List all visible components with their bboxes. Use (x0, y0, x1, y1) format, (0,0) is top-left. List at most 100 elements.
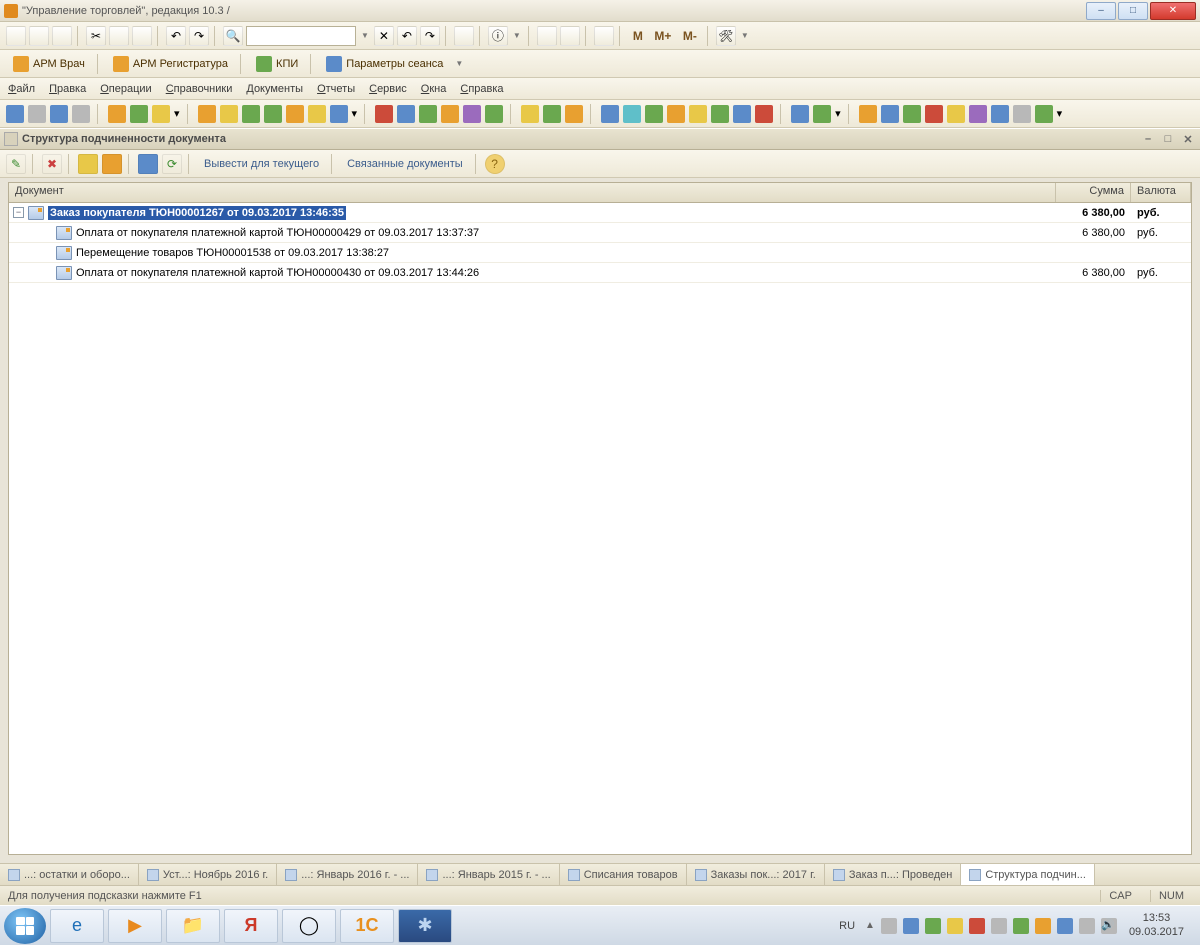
toolbar-icon[interactable] (521, 105, 539, 123)
delete-icon[interactable]: ✖ (42, 154, 62, 174)
tree-toggle-icon[interactable]: − (13, 207, 24, 218)
tray-network-icon[interactable] (1079, 918, 1095, 934)
export-icon[interactable] (78, 154, 98, 174)
toolbar-icon[interactable] (419, 105, 437, 123)
taskbar-media-icon[interactable]: ▶ (108, 909, 162, 943)
kpi-button[interactable]: КПИ (249, 53, 305, 75)
import-icon[interactable] (102, 154, 122, 174)
arm-registry-button[interactable]: АРМ Регистратура (106, 53, 235, 75)
window-tab[interactable]: Уст...: Ноябрь 2016 г. (139, 864, 277, 885)
session-params-button[interactable]: Параметры сеанса (319, 53, 450, 75)
toolbar-icon[interactable] (813, 105, 831, 123)
taskbar-chrome-icon[interactable]: ◯ (282, 909, 336, 943)
taskbar-explorer-icon[interactable]: 📁 (166, 909, 220, 943)
doc-icon[interactable] (138, 154, 158, 174)
toolbar-icon[interactable] (1013, 105, 1031, 123)
toolbar-icon[interactable] (108, 105, 126, 123)
maximize-button[interactable]: □ (1118, 2, 1148, 20)
tray-icon[interactable] (1035, 918, 1051, 934)
toolbar-icon[interactable] (6, 105, 24, 123)
taskbar-1c-icon[interactable]: 1С (340, 909, 394, 943)
toolbar-icon[interactable] (308, 105, 326, 123)
redo-icon[interactable]: ↷ (189, 26, 209, 46)
table-row[interactable]: Оплата от покупателя платежной картой ТЮ… (9, 223, 1191, 243)
toolbar-icon[interactable] (198, 105, 216, 123)
menu-windows[interactable]: Окна (421, 83, 447, 95)
taskbar-app-icon[interactable]: ✱ (398, 909, 452, 943)
taskbar-yandex-icon[interactable]: Я (224, 909, 278, 943)
clear-search-icon[interactable]: ✕ (374, 26, 394, 46)
toolbar-icon[interactable] (925, 105, 943, 123)
start-button[interactable] (4, 908, 46, 944)
menu-documents[interactable]: Документы (246, 83, 303, 95)
menu-operations[interactable]: Операции (100, 83, 151, 95)
paste-icon[interactable] (132, 26, 152, 46)
language-indicator[interactable]: RU (835, 920, 859, 932)
minimize-button[interactable]: – (1086, 2, 1116, 20)
toolbar-icon[interactable] (242, 105, 260, 123)
table-row[interactable]: Перемещение товаров ТЮН00001538 от 09.03… (9, 243, 1191, 263)
toolbar-icon[interactable] (601, 105, 619, 123)
cut-icon[interactable]: ✂ (86, 26, 106, 46)
window-tab[interactable]: Списания товаров (560, 864, 687, 885)
menu-reports[interactable]: Отчеты (317, 83, 355, 95)
toolbar-icon[interactable] (72, 105, 90, 123)
toolbar-icon[interactable] (991, 105, 1009, 123)
toolbar-icon[interactable] (441, 105, 459, 123)
toolbar-icon[interactable] (375, 105, 393, 123)
memory-mplus-button[interactable]: M+ (651, 26, 675, 46)
show-current-button[interactable]: Вывести для текущего (198, 158, 325, 170)
nav-back-icon[interactable]: ↶ (397, 26, 417, 46)
arm-doctor-button[interactable]: АРМ Врач (6, 53, 92, 75)
related-docs-button[interactable]: Связанные документы (341, 158, 469, 170)
toolbar-icon[interactable] (969, 105, 987, 123)
toolbar-icon[interactable] (264, 105, 282, 123)
tools-icon[interactable]: 🛠 (716, 26, 736, 46)
column-doc[interactable]: Документ (9, 183, 1056, 202)
toolbar-icon[interactable] (645, 105, 663, 123)
panel-close-icon[interactable]: ✕ (1180, 132, 1196, 146)
toolbar-icon[interactable] (689, 105, 707, 123)
window-tab[interactable]: ...: остатки и оборо... (0, 864, 139, 885)
search-dropdown-icon[interactable]: ▼ (359, 31, 371, 40)
tray-expand-icon[interactable]: ▲ (865, 920, 875, 931)
undo-icon[interactable]: ↶ (166, 26, 186, 46)
search-icon[interactable]: 🔍 (223, 26, 243, 46)
window-tab[interactable]: ...: Январь 2015 г. - ... (418, 864, 559, 885)
refresh-icon[interactable]: ⟳ (162, 154, 182, 174)
tray-icon[interactable] (903, 918, 919, 934)
taskbar-ie-icon[interactable]: e (50, 909, 104, 943)
toolbar-icon[interactable] (733, 105, 751, 123)
tray-icon[interactable] (881, 918, 897, 934)
help-icon[interactable]: ? (485, 154, 505, 174)
toolbar-icon[interactable] (28, 105, 46, 123)
toolbar-icon[interactable] (152, 105, 170, 123)
window-tab[interactable]: Заказ п...: Проведен (825, 864, 962, 885)
toolbar-icon[interactable] (463, 105, 481, 123)
tray-icon[interactable] (969, 918, 985, 934)
save-icon[interactable] (52, 26, 72, 46)
search-input[interactable] (246, 26, 356, 46)
user-icon[interactable] (594, 26, 614, 46)
panel-maximize-icon[interactable]: □ (1160, 132, 1176, 146)
toolbar-icon[interactable] (623, 105, 641, 123)
window-icon[interactable] (454, 26, 474, 46)
tray-icon[interactable] (925, 918, 941, 934)
toolbar-icon[interactable] (667, 105, 685, 123)
window-tab[interactable]: Заказы пок...: 2017 г. (687, 864, 825, 885)
memory-mminus-button[interactable]: M- (678, 26, 702, 46)
close-button[interactable]: ✕ (1150, 2, 1196, 20)
tray-icon[interactable] (991, 918, 1007, 934)
menu-file[interactable]: Файл (8, 83, 35, 95)
toolbar-icon[interactable] (903, 105, 921, 123)
window-tab[interactable]: ...: Январь 2016 г. - ... (277, 864, 418, 885)
toolbar-icon[interactable] (485, 105, 503, 123)
column-currency[interactable]: Валюта (1131, 183, 1191, 202)
toolbar-icon[interactable] (565, 105, 583, 123)
calendar-icon[interactable] (560, 26, 580, 46)
toolbar-icon[interactable] (1035, 105, 1053, 123)
tray-icon[interactable] (1057, 918, 1073, 934)
toolbar-icon[interactable] (330, 105, 348, 123)
toolbar-icon[interactable] (755, 105, 773, 123)
open-icon[interactable] (29, 26, 49, 46)
